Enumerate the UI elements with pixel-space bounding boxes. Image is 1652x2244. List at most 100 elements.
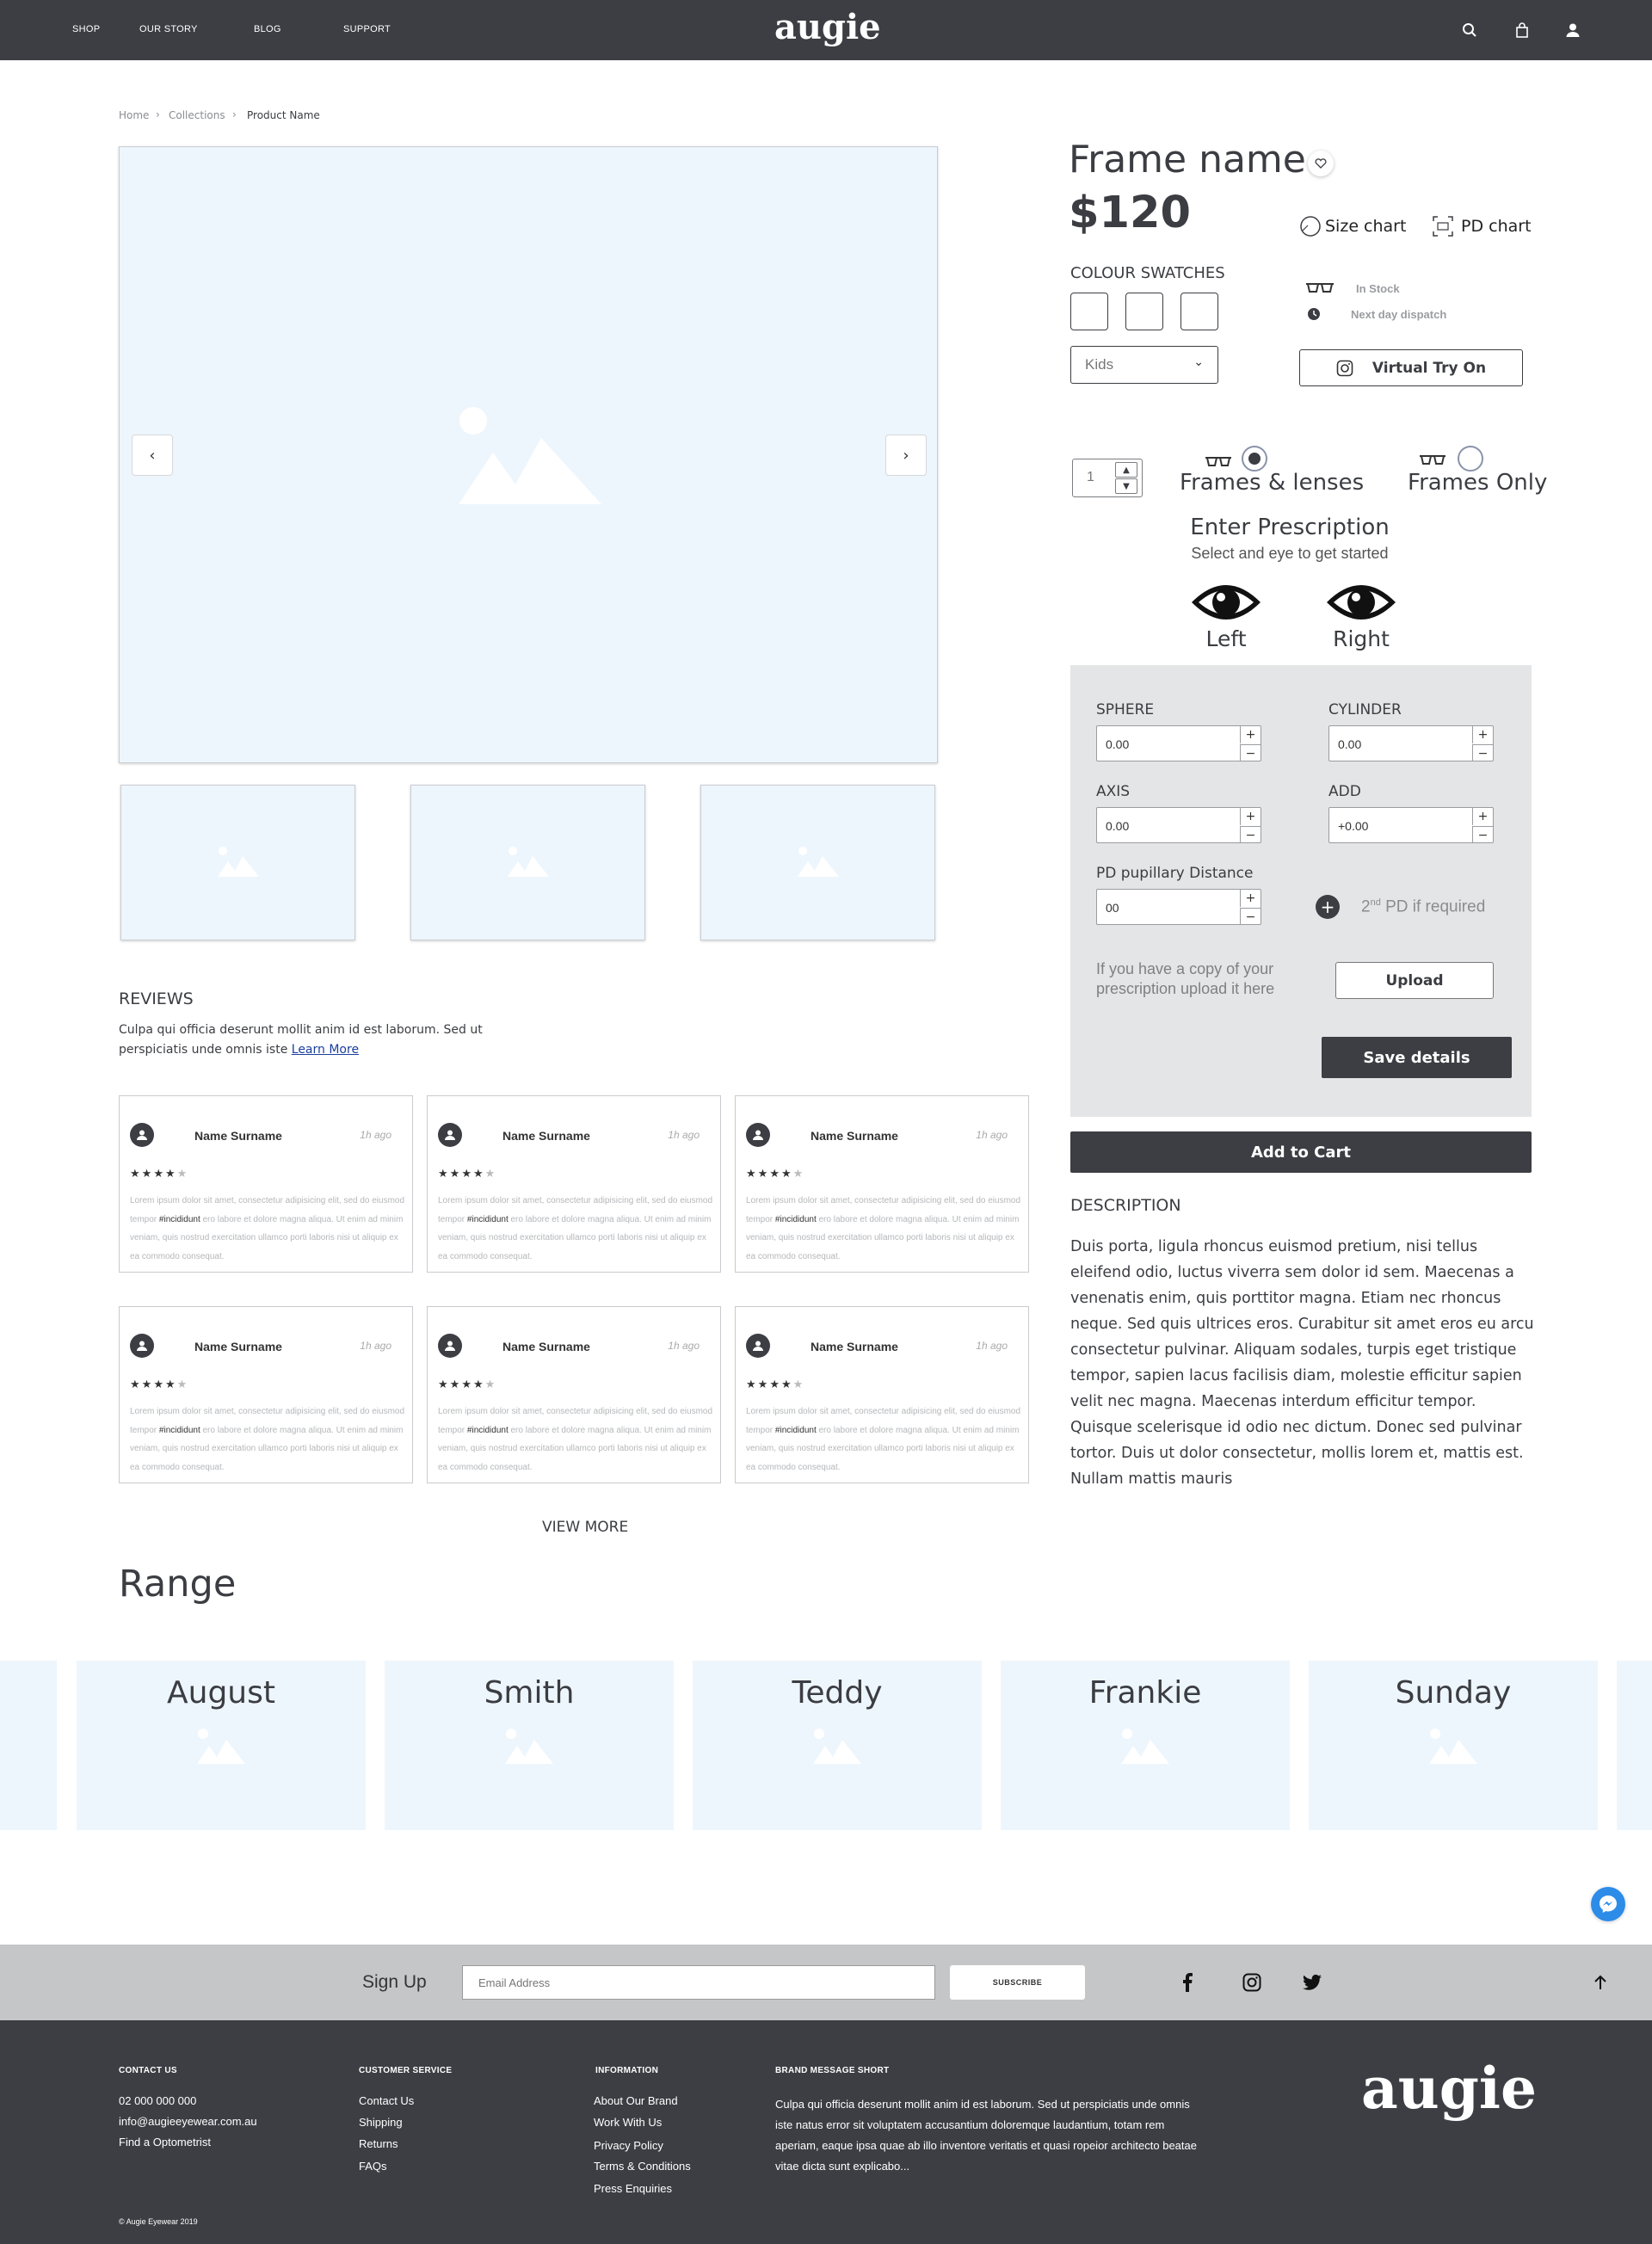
star-icon: ★: [164, 1168, 177, 1181]
thumbnail-3[interactable]: [700, 785, 935, 940]
frames-lenses-radio[interactable]: [1242, 446, 1267, 472]
pd-field[interactable]: 00 + −: [1096, 889, 1261, 925]
colour-swatch-3[interactable]: [1180, 293, 1218, 330]
add-decrease-button[interactable]: −: [1472, 826, 1493, 843]
footer-link-returns[interactable]: Returns: [359, 2137, 398, 2150]
footer-email[interactable]: info@augieeyewear.com.au: [119, 2115, 257, 2128]
shopping-bag-icon[interactable]: [1511, 19, 1533, 41]
image-placeholder-icon: [218, 847, 259, 877]
avatar-icon: [438, 1334, 462, 1358]
upload-button[interactable]: Upload: [1335, 962, 1494, 999]
cylinder-decrease-button[interactable]: −: [1472, 744, 1493, 761]
colour-swatch-1[interactable]: [1070, 293, 1108, 330]
nav-blog[interactable]: BLOG: [254, 24, 281, 34]
footer-phone[interactable]: 02 000 000 000: [119, 2094, 196, 2107]
footer-link-press[interactable]: Press Enquiries: [594, 2182, 672, 2195]
twitter-icon[interactable]: [1303, 1974, 1322, 1994]
sphere-value: 0.00: [1106, 737, 1130, 751]
search-icon[interactable]: [1458, 19, 1481, 41]
star-rating: ★★★★★: [746, 1378, 804, 1391]
email-input[interactable]: [462, 1965, 935, 2000]
sphere-decrease-button[interactable]: −: [1240, 744, 1261, 761]
footer-link-privacy[interactable]: Privacy Policy: [594, 2139, 663, 2152]
reviewer-name: Name Surname: [502, 1129, 590, 1143]
instagram-icon[interactable]: [1242, 1973, 1261, 1995]
thumbnail-1[interactable]: [120, 785, 355, 940]
frames-only-radio[interactable]: [1458, 446, 1483, 472]
cylinder-field[interactable]: 0.00 + −: [1328, 725, 1494, 761]
right-eye-button[interactable]: Right: [1322, 578, 1400, 656]
range-card-title: August: [167, 1675, 275, 1711]
gallery-prev-button[interactable]: ‹: [132, 435, 173, 476]
back-to-top-arrow-icon[interactable]: [1593, 1975, 1607, 1994]
sphere-increase-button[interactable]: +: [1240, 726, 1261, 743]
right-eye-label: Right: [1333, 626, 1390, 651]
footer-find-optometrist[interactable]: Find a Optometrist: [119, 2136, 211, 2148]
range-card-august[interactable]: August: [77, 1661, 366, 1830]
copyright: © Augie Eyewear 2019: [119, 2217, 198, 2226]
footer-link-terms[interactable]: Terms & Conditions: [594, 2160, 691, 2173]
thumbnail-2[interactable]: [410, 785, 645, 940]
star-icon: ★: [472, 1378, 485, 1391]
range-card-teddy[interactable]: Teddy: [693, 1661, 982, 1830]
learn-more-link[interactable]: Learn More: [292, 1043, 359, 1057]
axis-field[interactable]: 0.00 + −: [1096, 807, 1261, 843]
save-details-button[interactable]: Save details: [1322, 1037, 1512, 1078]
logo[interactable]: augie: [774, 7, 881, 47]
quantity-stepper[interactable]: 1 ▲ ▼: [1072, 459, 1143, 497]
minus-icon: −: [1245, 828, 1256, 842]
review-hashtag: #incididunt: [774, 1425, 817, 1435]
range-card-title: Frankie: [1088, 1675, 1202, 1711]
add-field[interactable]: +0.00 + −: [1328, 807, 1494, 843]
footer-link-about[interactable]: About Our Brand: [594, 2094, 678, 2107]
footer-link-shipping[interactable]: Shipping: [359, 2116, 403, 2129]
review-hashtag: #incididunt: [158, 1425, 200, 1435]
image-placeholder-icon: [459, 407, 601, 504]
size-select[interactable]: Kids ⌄: [1070, 346, 1218, 384]
nav-our-story[interactable]: OUR STORY: [139, 24, 198, 34]
review-body: Lorem ipsum dolor sit amet, consectetur …: [438, 1192, 713, 1266]
star-icon: ★: [769, 1378, 781, 1391]
footer-link-contact-us[interactable]: Contact Us: [359, 2094, 414, 2107]
facebook-icon[interactable]: [1182, 1973, 1193, 1995]
avatar-icon: [130, 1334, 154, 1358]
messenger-chat-icon[interactable]: [1591, 1887, 1625, 1921]
pd-increase-button[interactable]: +: [1240, 890, 1261, 907]
add-to-cart-button[interactable]: Add to Cart: [1070, 1131, 1532, 1173]
add-increase-button[interactable]: +: [1472, 808, 1493, 825]
colour-swatch-2[interactable]: [1125, 293, 1163, 330]
axis-decrease-button[interactable]: −: [1240, 826, 1261, 843]
star-icon: ★: [153, 1378, 165, 1391]
star-icon: ★: [176, 1378, 189, 1391]
frames-lenses-label[interactable]: Frames & lenses: [1180, 470, 1364, 496]
axis-increase-button[interactable]: +: [1240, 808, 1261, 825]
subscribe-button[interactable]: SUBSCRIBE: [950, 1965, 1085, 2000]
breadcrumb-home[interactable]: Home: [119, 109, 149, 121]
nav-support[interactable]: SUPPORT: [343, 24, 391, 34]
pd-chart-link[interactable]: PD chart: [1432, 215, 1532, 237]
breadcrumb-collections[interactable]: Collections: [169, 109, 225, 121]
range-card-smith[interactable]: Smith: [385, 1661, 674, 1830]
pd-decrease-button[interactable]: −: [1240, 908, 1261, 925]
account-icon[interactable]: [1562, 19, 1584, 41]
nav-shop[interactable]: SHOP: [72, 24, 100, 34]
range-card-partial-right[interactable]: [1617, 1661, 1652, 1830]
range-card-frankie[interactable]: Frankie: [1001, 1661, 1290, 1830]
quantity-increase-button[interactable]: ▲: [1115, 462, 1137, 478]
left-eye-button[interactable]: Left: [1187, 578, 1265, 656]
gallery-next-button[interactable]: ›: [885, 435, 927, 476]
view-more-button[interactable]: VIEW MORE: [542, 1519, 628, 1536]
wishlist-heart-icon[interactable]: [1308, 151, 1334, 176]
footer-link-faqs[interactable]: FAQs: [359, 2160, 387, 2173]
quantity-decrease-button[interactable]: ▼: [1115, 478, 1137, 494]
range-card-sunday[interactable]: Sunday: [1309, 1661, 1598, 1830]
frames-only-label[interactable]: Frames Only: [1408, 470, 1547, 496]
add-second-pd-button[interactable]: +: [1316, 895, 1340, 919]
virtual-try-on-button[interactable]: Virtual Try On: [1299, 349, 1523, 386]
cylinder-increase-button[interactable]: +: [1472, 726, 1493, 743]
sphere-field[interactable]: 0.00 + −: [1096, 725, 1261, 761]
range-card-partial-left[interactable]: [0, 1661, 57, 1830]
size-chart-link[interactable]: Size chart: [1299, 215, 1406, 237]
footer-link-work-with-us[interactable]: Work With Us: [594, 2116, 662, 2129]
second-pd-label: 2nd PD if required: [1361, 897, 1485, 916]
